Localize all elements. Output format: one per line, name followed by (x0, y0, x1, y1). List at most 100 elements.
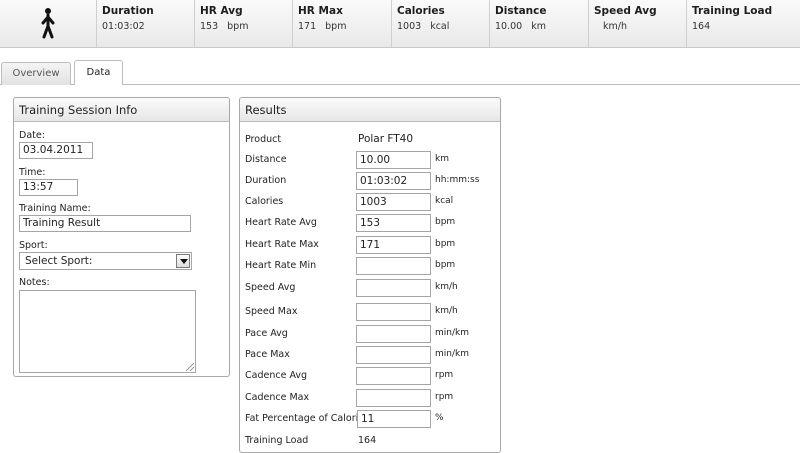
heart-rate-max-input[interactable]: 171 (356, 236, 431, 254)
result-row-fat-percentage: Fat Percentage of Calories 11 % (240, 409, 500, 429)
date-label: Date: (19, 130, 45, 141)
summary-training-load: Training Load 164 (687, 0, 800, 47)
summary-bar: Duration 01:03:02 HR Avg 153 bpm HR Max 1… (0, 0, 800, 48)
cadence-avg-input[interactable] (356, 367, 431, 385)
heart-rate-min-input[interactable] (356, 257, 431, 275)
summary-value: km/h (603, 21, 627, 32)
result-unit: min/km (435, 349, 469, 359)
time-label: Time: (19, 167, 46, 178)
training-name-label: Training Name: (19, 203, 91, 214)
summary-label: HR Max (298, 5, 343, 17)
result-unit: km (435, 154, 449, 164)
chevron-down-icon[interactable] (176, 254, 190, 268)
result-row-calories: Calories 1003 kcal (240, 192, 500, 212)
result-unit: min/km (435, 328, 469, 338)
result-label: Speed Max (245, 306, 298, 317)
summary-calories: Calories 1003 kcal (392, 0, 490, 47)
summary-value: 10.00 km (495, 21, 546, 32)
summary-distance: Distance 10.00 km (490, 0, 589, 47)
distance-input[interactable]: 10.00 (356, 151, 431, 169)
result-label: Fat Percentage of Calories (245, 413, 370, 424)
result-label: Cadence Avg (245, 370, 308, 381)
summary-label: Speed Avg (594, 5, 657, 17)
pace-avg-input[interactable] (356, 325, 431, 343)
result-unit: rpm (435, 370, 454, 380)
sport-select[interactable]: Select Sport: (19, 252, 192, 270)
result-row-pace-max: Pace Max min/km (240, 345, 500, 365)
summary-label: Training Load (692, 5, 773, 17)
result-label: Calories (245, 196, 284, 207)
speed-max-input[interactable] (356, 303, 431, 321)
result-label: Cadence Max (245, 392, 310, 403)
result-row-duration: Duration 01:03:02 hh:mm:ss (240, 171, 500, 191)
summary-label: Duration (102, 5, 154, 17)
summary-label: Calories (397, 5, 445, 17)
summary-icon-cell (0, 0, 97, 47)
date-input[interactable]: 03.04.2011 (19, 142, 93, 159)
training-name-input[interactable]: Training Result (19, 215, 191, 232)
training-session-info-panel: Training Session Info Date: 03.04.2011 T… (13, 97, 230, 377)
summary-hr-max: HR Max 171 bpm (293, 0, 392, 47)
summary-value: 153 bpm (200, 21, 249, 32)
person-walking-icon (41, 8, 55, 39)
duration-input[interactable]: 01:03:02 (356, 172, 431, 190)
summary-value: 1003 kcal (397, 21, 450, 32)
result-label: Heart Rate Max (245, 239, 319, 250)
speed-avg-input[interactable] (356, 279, 431, 297)
notes-label: Notes: (19, 277, 50, 288)
result-label: Distance (245, 154, 287, 165)
results-panel: Results Product Polar FT40 Distance 10.0… (239, 97, 501, 453)
result-unit: hh:mm:ss (435, 175, 480, 185)
result-label: Pace Avg (245, 328, 288, 339)
summary-duration: Duration 01:03:02 (97, 0, 195, 47)
result-unit: kcal (435, 196, 454, 206)
training-load-value: 164 (358, 435, 377, 446)
result-unit: rpm (435, 392, 454, 402)
tab-data[interactable]: Data (74, 60, 123, 86)
result-row-distance: Distance 10.00 km (240, 150, 500, 170)
sport-label: Sport: (19, 240, 48, 251)
summary-value: 164 (692, 21, 711, 32)
result-unit: km/h (435, 282, 458, 292)
tab-overview[interactable]: Overview (1, 62, 71, 85)
result-unit: bpm (435, 239, 456, 249)
result-label: Speed Avg (245, 282, 296, 293)
summary-value: 171 bpm (298, 21, 347, 32)
fat-percentage-input[interactable]: 11 (357, 410, 431, 428)
result-label: Heart Rate Avg (245, 217, 317, 228)
cadence-max-input[interactable] (356, 389, 431, 407)
result-row-hr-min: Heart Rate Min bpm (240, 256, 500, 276)
result-row-product: Product Polar FT40 (240, 130, 500, 150)
result-label: Heart Rate Min (245, 260, 317, 271)
result-label: Training Load (245, 435, 309, 446)
time-input[interactable]: 13:57 (19, 179, 78, 196)
resize-grip-icon[interactable] (186, 363, 194, 371)
result-unit: % (435, 413, 444, 423)
result-row-cadence-avg: Cadence Avg rpm (240, 366, 500, 386)
notes-textarea[interactable] (19, 290, 196, 373)
result-unit: bpm (435, 260, 456, 270)
tab-strip: Overview Data (0, 60, 800, 86)
summary-speed-avg: Speed Avg km/h (589, 0, 687, 47)
summary-label: HR Avg (200, 5, 243, 17)
summary-label: Distance (495, 5, 547, 17)
result-row-speed-max: Speed Max km/h (240, 302, 500, 322)
result-row-speed-avg: Speed Avg km/h (240, 278, 500, 298)
result-unit: km/h (435, 306, 458, 316)
result-unit: bpm (435, 217, 456, 227)
panel-title: Results (240, 98, 500, 122)
calories-input[interactable]: 1003 (356, 193, 431, 211)
heart-rate-avg-input[interactable]: 153 (356, 214, 431, 232)
result-row-hr-avg: Heart Rate Avg 153 bpm (240, 213, 500, 233)
summary-hr-avg: HR Avg 153 bpm (195, 0, 293, 47)
result-label: Product (245, 134, 282, 145)
summary-value: 01:03:02 (102, 21, 145, 32)
result-row-training-load: Training Load 164 (240, 431, 500, 451)
result-row-hr-max: Heart Rate Max 171 bpm (240, 235, 500, 255)
result-label: Pace Max (245, 349, 290, 360)
panel-title: Training Session Info (14, 98, 229, 122)
sport-select-value: Select Sport: (25, 255, 93, 267)
pace-max-input[interactable] (356, 346, 431, 364)
result-label: Duration (245, 175, 287, 186)
result-row-pace-avg: Pace Avg min/km (240, 324, 500, 344)
